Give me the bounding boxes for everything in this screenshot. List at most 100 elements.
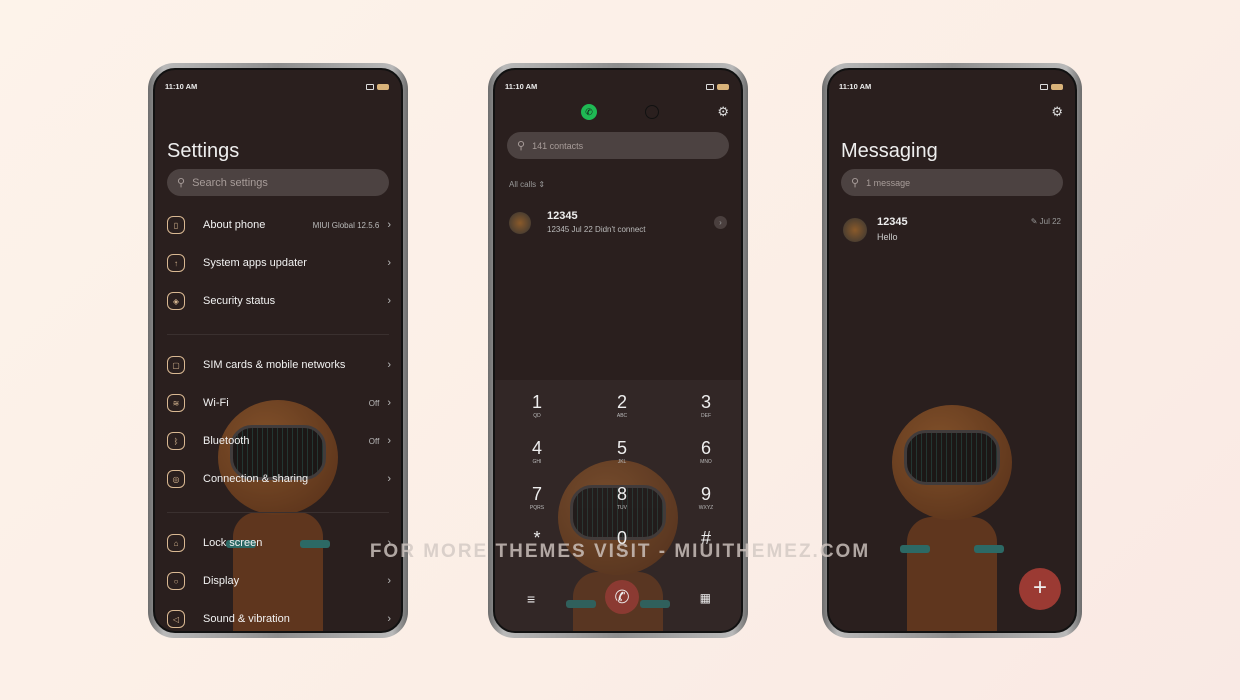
avatar: [509, 212, 531, 234]
key-letters: JKL: [617, 459, 627, 465]
key-digit: 7: [531, 484, 542, 504]
call-button[interactable]: ✆: [605, 580, 639, 614]
status-time: 11:10 AM: [505, 82, 538, 91]
key-digit: 2: [616, 392, 627, 412]
item-label: Security status: [203, 295, 276, 307]
search-placeholder: 1 message: [866, 177, 911, 188]
status-time: 11:10 AM: [165, 82, 198, 91]
key-letters: MNO: [700, 459, 712, 465]
chevron-updown-icon: ⇕: [538, 180, 546, 189]
key-digit: 6: [700, 438, 711, 458]
key-digit: 1: [531, 392, 542, 412]
keypad-toggle-icon[interactable]: ▦: [700, 591, 711, 605]
settings-gear-icon[interactable]: ⚙: [717, 104, 729, 120]
key-digit: 8: [616, 484, 627, 504]
settings-item-about-phone[interactable]: ▯ About phone MIUI Global 12.5.6 ›: [167, 210, 391, 240]
settings-item-sim-cards-mobile-networks[interactable]: ▢ SIM cards & mobile networks ›: [167, 350, 391, 380]
chevron-right-icon: ›: [387, 473, 391, 485]
battery-icon: [717, 84, 729, 91]
key-digit: 9: [700, 484, 711, 504]
new-message-button[interactable]: +: [1019, 568, 1061, 610]
key-letters: PQRS: [529, 505, 545, 511]
key-letters: DEF: [701, 413, 711, 419]
dial-key-3[interactable]: 3 DEF: [686, 392, 726, 419]
message-preview: Hello: [877, 232, 898, 242]
call-info-chevron-icon[interactable]: ›: [714, 216, 727, 229]
dial-key-2[interactable]: 2 ABC: [602, 392, 642, 419]
item-label: SIM cards & mobile networks: [203, 359, 346, 371]
item-label: Connection & sharing: [203, 473, 309, 485]
message-thread[interactable]: 12345 Hello ✎ Jul 22: [843, 214, 1061, 248]
item-value: Off: [368, 436, 380, 446]
settings-gear-icon[interactable]: ⚙: [1051, 104, 1063, 120]
draft-pencil-icon: ✎: [1030, 217, 1038, 226]
tab-contacts[interactable]: [645, 105, 659, 119]
item-value: Off: [368, 398, 380, 408]
settings-item-bluetooth[interactable]: ᛒ Bluetooth Off ›: [167, 426, 391, 456]
chevron-right-icon: ›: [387, 257, 391, 269]
search-input[interactable]: ⚲ Search settings: [167, 169, 389, 196]
contacts-search-input[interactable]: ⚲ 141 contacts: [507, 132, 729, 159]
dial-key-4[interactable]: 4 GHI: [517, 438, 557, 465]
settings-item-sound-vibration[interactable]: ◁ Sound & vibration ›: [167, 604, 391, 631]
call-detail: 12345 Jul 22 Didn't connect: [547, 225, 646, 234]
settings-item-display[interactable]: ○ Display ›: [167, 566, 391, 596]
sound-icon: ◁: [167, 610, 185, 628]
status-bar: 11:10 AM: [839, 82, 1063, 91]
settings-item-system-apps-updater[interactable]: ↑ System apps updater ›: [167, 248, 391, 278]
sender-name: 12345: [877, 216, 908, 228]
section-divider: [167, 512, 389, 513]
item-label: About phone: [203, 219, 266, 231]
sim-icon: ▢: [167, 356, 185, 374]
caller-name: 12345: [547, 210, 578, 222]
bluetooth-icon: ᛒ: [167, 432, 185, 450]
filter-label: All calls: [509, 180, 537, 189]
connection-icon: ◎: [167, 470, 185, 488]
sim-icon: [1040, 84, 1048, 91]
status-bar: 11:10 AM: [165, 82, 389, 91]
settings-item-wi-fi[interactable]: ≋ Wi-Fi Off ›: [167, 388, 391, 418]
menu-icon[interactable]: ≡: [527, 591, 535, 607]
update-icon: ↑: [167, 254, 185, 272]
settings-item-connection-sharing[interactable]: ◎ Connection & sharing ›: [167, 464, 391, 494]
search-placeholder: Search settings: [192, 176, 268, 189]
robot-wallpaper: [872, 405, 1032, 631]
settings-item-security-status[interactable]: ◈ Security status ›: [167, 286, 391, 316]
message-search-input[interactable]: ⚲ 1 message: [841, 169, 1063, 196]
status-bar: 11:10 AM: [505, 82, 729, 91]
message-date: Jul 22: [1039, 217, 1061, 226]
page-title: Settings: [167, 140, 240, 162]
key-letters: TUV: [617, 505, 627, 511]
wifi-icon: ≋: [167, 394, 185, 412]
phone-icon: ▯: [167, 216, 185, 234]
dial-key-7[interactable]: 7 PQRS: [517, 484, 557, 511]
sim-icon: [706, 84, 714, 91]
page-title: Messaging: [841, 140, 938, 162]
dial-key-5[interactable]: 5 JKL: [602, 438, 642, 465]
chevron-right-icon: ›: [387, 219, 391, 231]
key-letters: ABC: [616, 413, 628, 419]
display-icon: ○: [167, 572, 185, 590]
dial-key-1[interactable]: 1 QD: [517, 392, 557, 419]
battery-icon: [1051, 84, 1063, 91]
search-icon: ⚲: [851, 177, 860, 189]
search-icon: ⚲: [177, 177, 186, 189]
search-icon: ⚲: [517, 140, 526, 152]
call-filter-dropdown[interactable]: All calls ⇕: [509, 180, 545, 189]
avatar: [843, 218, 867, 242]
dial-key-6[interactable]: 6 MNO: [686, 438, 726, 465]
dial-key-8[interactable]: 8 TUV: [602, 484, 642, 511]
section-divider: [167, 334, 389, 335]
item-label: Wi-Fi: [203, 397, 229, 409]
item-label: Display: [203, 575, 240, 587]
dial-key-9[interactable]: 9 WXYZ: [686, 484, 726, 511]
item-value: MIUI Global 12.5.6: [312, 220, 380, 230]
tab-calls[interactable]: ✆: [581, 104, 597, 120]
call-log-item[interactable]: 12345 12345 Jul 22 Didn't connect ›: [509, 208, 727, 240]
search-placeholder: 141 contacts: [532, 140, 584, 151]
shield-icon: ◈: [167, 292, 185, 310]
chevron-right-icon: ›: [387, 575, 391, 587]
chevron-right-icon: ›: [387, 397, 391, 409]
chevron-right-icon: ›: [387, 613, 391, 625]
item-label: Bluetooth: [203, 435, 250, 447]
